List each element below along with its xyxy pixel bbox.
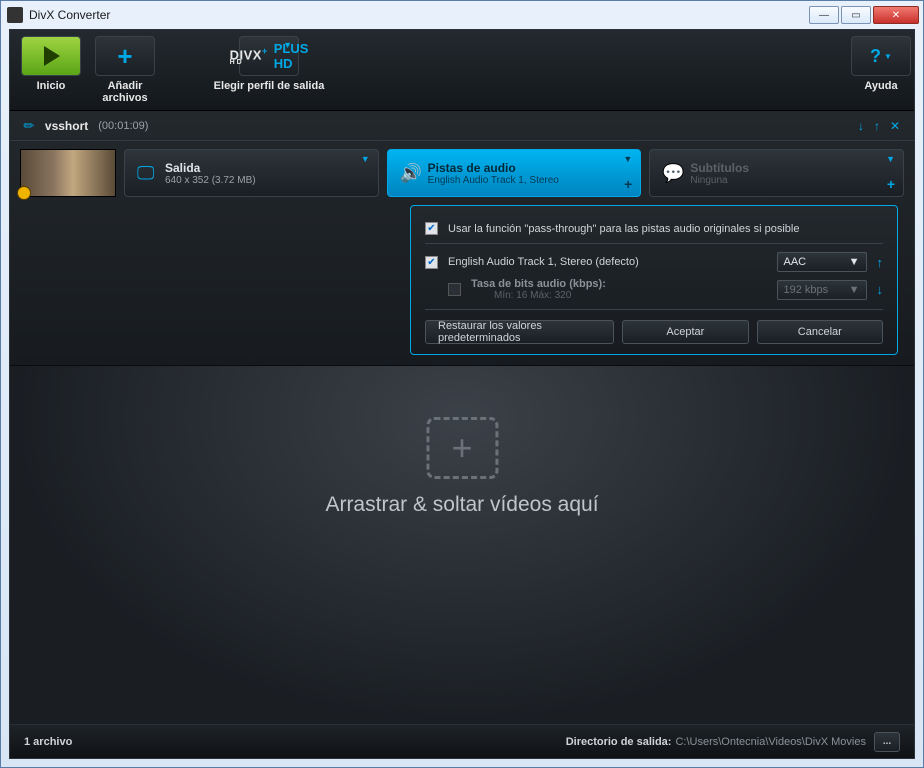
outdir-path: C:\Users\Ontecnia\Videos\DivX Movies xyxy=(675,736,866,748)
profile-selector[interactable]: DIVX+ HD PLUS HD ▼ Elegir perfil de sali… xyxy=(166,36,372,92)
profile-label: Elegir perfil de salida xyxy=(214,80,325,92)
track-checkbox[interactable]: ✔ xyxy=(425,256,438,269)
bitrate-select[interactable]: 192 kbps▼ xyxy=(777,280,867,300)
codec-value: AAC xyxy=(784,256,807,268)
audio-settings-popup: ✔ Usar la función "pass-through" para la… xyxy=(410,205,898,355)
remove-icon[interactable]: ✕ xyxy=(890,119,900,133)
move-up-icon[interactable]: ↑ xyxy=(874,119,880,133)
move-track-down-icon[interactable]: ↓ xyxy=(877,282,884,297)
file-item: ✎ vsshort (00:01:09) ↓ ↑ ✕ 🖵 Salida xyxy=(10,111,914,366)
speaker-icon: 🔊 xyxy=(400,163,428,184)
browse-button[interactable]: ... xyxy=(874,732,900,752)
output-title: Salida xyxy=(165,161,256,175)
add-files-button[interactable]: + Añadir archivos xyxy=(92,36,158,104)
file-duration: (00:01:09) xyxy=(98,120,148,132)
file-body: 🖵 Salida 640 x 352 (3.72 MB) ▼ 🔊 Pistas … xyxy=(10,141,914,205)
edit-icon[interactable]: ✎ xyxy=(20,116,39,135)
drop-zone-text: Arrastrar & soltar vídeos aquí xyxy=(325,493,598,517)
output-panel[interactable]: 🖵 Salida 640 x 352 (3.72 MB) ▼ xyxy=(124,149,379,197)
help-icon-box: ? ▼ xyxy=(851,36,911,76)
divx-logo: DIVX+ HD xyxy=(230,46,268,65)
app-icon xyxy=(7,7,23,23)
start-label: Inicio xyxy=(37,80,66,92)
subtitles-details: Ninguna xyxy=(690,175,749,186)
chevron-down-icon: ▼ xyxy=(623,154,632,164)
play-icon xyxy=(21,36,81,76)
bitrate-value: 192 kbps xyxy=(784,284,829,296)
close-button[interactable]: ✕ xyxy=(873,6,919,24)
chevron-down-icon: ▼ xyxy=(886,154,895,164)
outdir-label: Directorio de salida: xyxy=(566,736,672,748)
audio-panel[interactable]: 🔊 Pistas de audio English Audio Track 1,… xyxy=(387,149,642,197)
question-icon: ? xyxy=(870,46,881,67)
codec-select[interactable]: AAC▼ xyxy=(777,252,867,272)
passthrough-label: Usar la función "pass-through" para las … xyxy=(448,223,799,235)
toolbar: Inicio + Añadir archivos DIVX+ HD PLUS H… xyxy=(10,30,914,111)
maximize-button[interactable]: ▭ xyxy=(841,6,871,24)
status-bar: 1 archivo Directorio de salida: C:\Users… xyxy=(10,724,914,758)
file-name: vsshort xyxy=(45,119,88,133)
file-count: 1 archivo xyxy=(24,736,72,748)
output-details: 640 x 352 (3.72 MB) xyxy=(165,175,256,186)
move-down-icon[interactable]: ↓ xyxy=(858,119,864,133)
minimize-button[interactable]: — xyxy=(809,6,839,24)
bitrate-checkbox[interactable] xyxy=(448,283,461,296)
add-subtitle-icon[interactable]: + xyxy=(887,176,895,192)
bitrate-range: Mín: 16 Máx: 320 xyxy=(494,290,767,301)
chevron-down-icon: ▼ xyxy=(283,40,292,50)
audio-title: Pistas de audio xyxy=(428,161,559,175)
window-title: DivX Converter xyxy=(29,8,809,22)
profile-box: DIVX+ HD PLUS HD ▼ xyxy=(239,36,299,76)
help-button[interactable]: ? ▼ Ayuda xyxy=(856,36,906,92)
accept-button[interactable]: Aceptar xyxy=(622,320,748,344)
add-files-label: Añadir archivos xyxy=(92,80,158,104)
app-body: Inicio + Añadir archivos DIVX+ HD PLUS H… xyxy=(9,29,915,759)
cancel-button[interactable]: Cancelar xyxy=(757,320,883,344)
file-header: ✎ vsshort (00:01:09) ↓ ↑ ✕ xyxy=(10,111,914,141)
passthrough-checkbox[interactable]: ✔ xyxy=(425,222,438,235)
drop-zone[interactable]: + Arrastrar & soltar vídeos aquí xyxy=(325,417,598,517)
add-audio-icon[interactable]: + xyxy=(624,176,632,192)
subtitles-panel[interactable]: 💬 Subtítulos Ninguna ▼ + xyxy=(649,149,904,197)
speech-bubble-icon: 💬 xyxy=(662,163,690,184)
move-track-up-icon[interactable]: ↑ xyxy=(877,255,884,270)
video-thumbnail[interactable] xyxy=(20,149,116,197)
audio-details: English Audio Track 1, Stereo xyxy=(428,175,559,186)
file-actions: ↓ ↑ ✕ xyxy=(858,119,900,133)
plus-icon: + xyxy=(95,36,155,76)
track-label: English Audio Track 1, Stereo (defecto) xyxy=(448,256,767,268)
app-window: DivX Converter — ▭ ✕ Inicio + Añadir arc… xyxy=(0,0,924,768)
chevron-down-icon: ▼ xyxy=(361,154,370,164)
monitor-icon: 🖵 xyxy=(137,163,165,184)
start-button[interactable]: Inicio xyxy=(18,36,84,92)
help-label: Ayuda xyxy=(864,80,897,92)
titlebar[interactable]: DivX Converter — ▭ ✕ xyxy=(1,1,923,29)
bitrate-label: Tasa de bits audio (kbps): xyxy=(471,278,767,290)
content-area: ✎ vsshort (00:01:09) ↓ ↑ ✕ 🖵 Salida xyxy=(10,111,914,724)
restore-defaults-button[interactable]: Restaurar los valores predeterminados xyxy=(425,320,614,344)
drop-plus-icon: + xyxy=(426,417,498,479)
subtitles-title: Subtítulos xyxy=(690,161,749,175)
